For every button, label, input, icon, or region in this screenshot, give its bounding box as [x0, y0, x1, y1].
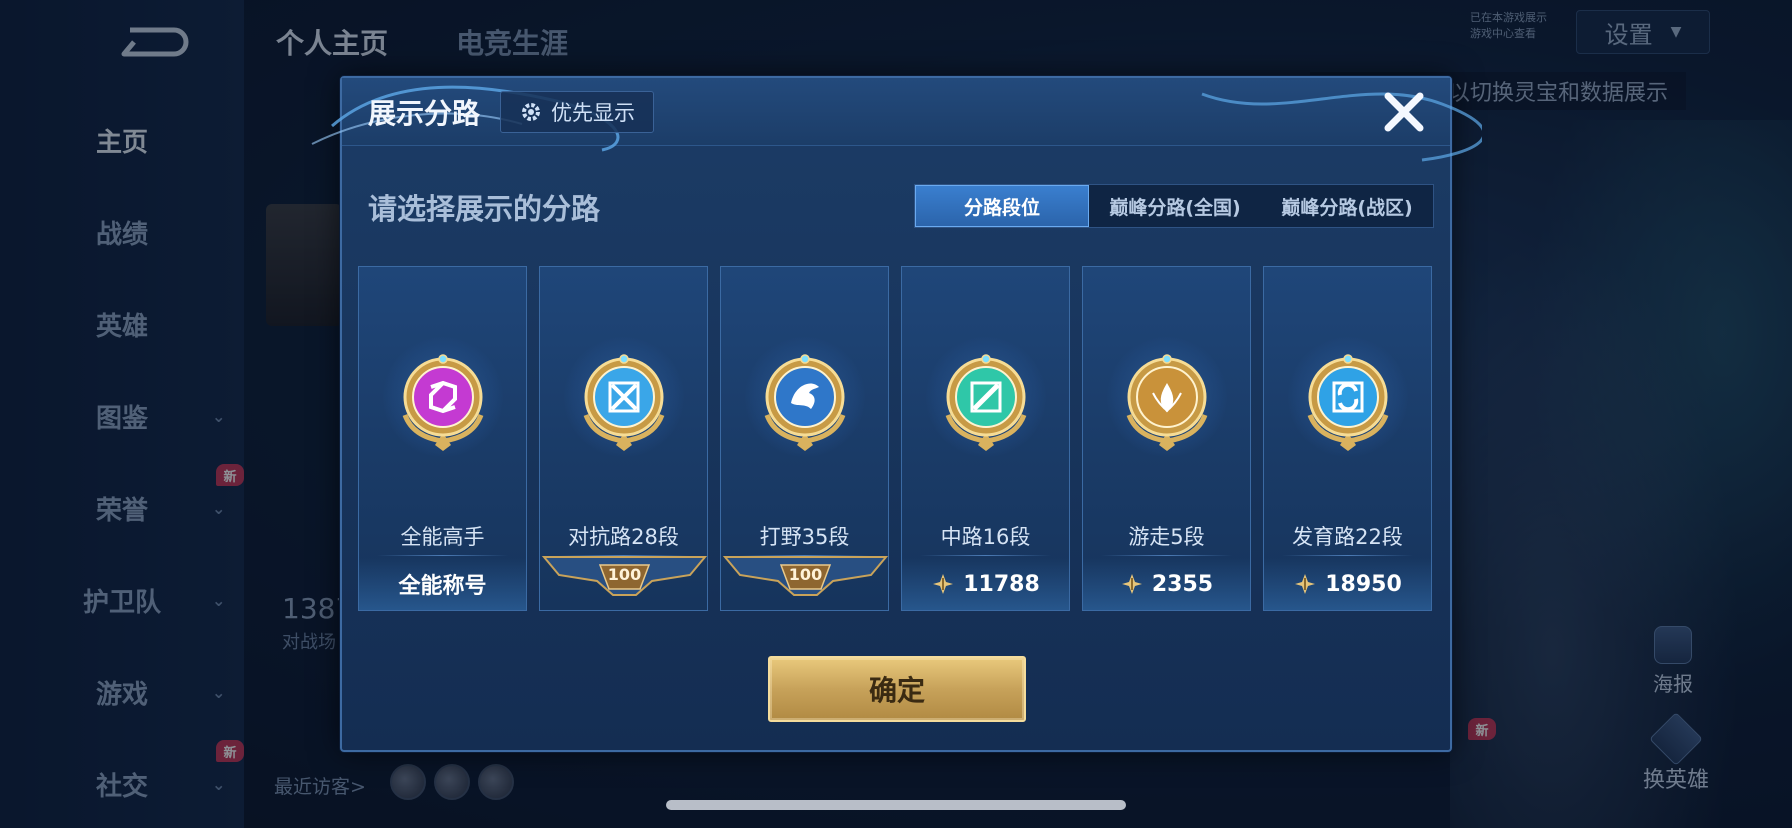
jungle-badge-icon — [745, 337, 865, 457]
lane-card-name: 游走5段 — [1128, 525, 1205, 549]
tab-lane-mode[interactable]: 巅峰分路(全国) — [1089, 185, 1261, 227]
lane-card-footer: 11788 — [902, 558, 1069, 610]
lane-card[interactable]: 发育路22段 18950 — [1263, 266, 1432, 611]
dialog-title: 展示分路 — [368, 97, 481, 130]
gear-icon — [522, 103, 540, 121]
peak-points-icon — [1121, 574, 1142, 594]
divider — [377, 555, 508, 556]
peak-points-value: 18950 — [1325, 571, 1402, 597]
peak-points-value: 2355 — [1151, 571, 1214, 597]
divider — [1282, 555, 1413, 556]
lane-card[interactable]: 中路16段 11788 — [901, 266, 1070, 611]
lane-card-footer: 18950 — [1264, 558, 1431, 610]
close-icon — [1384, 92, 1424, 132]
peak-points-value: 11788 — [963, 571, 1040, 597]
divider — [1101, 555, 1232, 556]
lane-card[interactable]: 对抗路28段 100 — [539, 266, 708, 611]
lane-card[interactable]: 全能高手 全能称号 — [358, 266, 527, 611]
star-level-value: 100 — [788, 565, 823, 584]
farm-lane-badge-icon — [1288, 337, 1408, 457]
lane-card-name: 全能高手 — [400, 525, 485, 549]
priority-display-button[interactable]: 优先显示 — [500, 91, 654, 133]
clash-lane-badge-icon — [564, 337, 684, 457]
close-button[interactable] — [1378, 86, 1430, 138]
star-level-value: 100 — [607, 565, 642, 584]
lane-mode-tabs: 分路段位 巅峰分路(全国) 巅峰分路(战区) — [914, 184, 1434, 228]
mid-lane-badge-icon — [926, 337, 1046, 457]
confirm-button[interactable]: 确定 — [768, 656, 1026, 722]
lane-card[interactable]: 游走5段 2355 — [1082, 266, 1251, 611]
lane-card-footer: 全能称号 — [359, 558, 526, 610]
peak-points-icon — [933, 574, 954, 594]
divider — [920, 555, 1051, 556]
roam-badge-icon — [1107, 337, 1227, 457]
lane-card[interactable]: 打野35段 100 — [720, 266, 889, 611]
lane-card-name: 打野35段 — [759, 525, 850, 549]
all-round-badge-icon — [383, 337, 503, 457]
lane-cards: 全能高手 全能称号 对抗路28段 100 打野35段 100 中路16段 11788 游走5段 2… — [358, 266, 1432, 611]
tab-lane-mode[interactable]: 分路段位 — [915, 185, 1089, 227]
peak-points-icon — [1295, 574, 1316, 594]
title-label: 全能称号 — [398, 574, 487, 599]
lane-card-footer: 2355 — [1083, 558, 1250, 610]
lane-card-name: 对抗路28段 — [568, 525, 679, 549]
lane-card-name: 发育路22段 — [1292, 525, 1403, 549]
lane-display-dialog: 展示分路 优先显示 请选择展示的分路 分路段位 巅峰分路(全国) 巅峰分路(战区) … — [311, 76, 1482, 752]
priority-display-label: 优先显示 — [551, 101, 635, 125]
lane-card-name: 中路16段 — [940, 525, 1031, 549]
select-lane-prompt: 请选择展示的分路 — [368, 192, 601, 226]
tab-lane-mode[interactable]: 巅峰分路(战区) — [1261, 185, 1433, 227]
home-indicator[interactable] — [666, 800, 1126, 810]
